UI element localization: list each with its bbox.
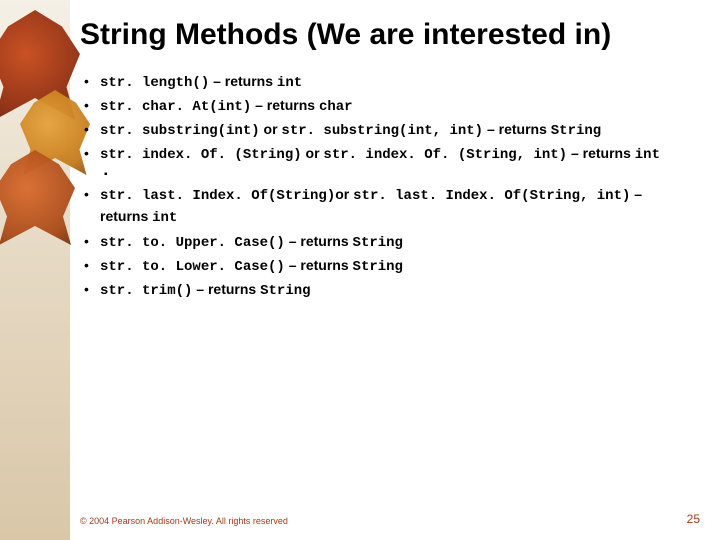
method-code: str. trim() — [100, 283, 192, 299]
return-type: char — [319, 99, 353, 115]
return-type: int — [635, 147, 660, 163]
slide: String Methods (We are interested in) st… — [0, 0, 720, 540]
bullet-item: str. trim() – returns String — [80, 279, 690, 301]
method-code: str. index. Of. (String) — [100, 147, 302, 163]
bullet-item: str. to. Lower. Case() – returns String — [80, 255, 690, 277]
returns-label: – returns — [209, 73, 277, 89]
bullet-item: str. to. Upper. Case() – returns String — [80, 231, 690, 253]
method-code-alt: str. index. Of. (String, int) — [323, 147, 567, 163]
returns-label: – returns — [251, 97, 319, 113]
or-text: or — [302, 145, 324, 161]
copyright-footer: © 2004 Pearson Addison-Wesley. All right… — [80, 516, 288, 526]
method-code: str. last. Index. Of(String) — [100, 188, 335, 204]
returns-label: – returns — [285, 257, 353, 273]
method-code: str. to. Lower. Case() — [100, 259, 285, 275]
return-type: String — [260, 283, 310, 299]
bullet-item: str. last. Index. Of(String)or str. last… — [80, 184, 690, 229]
returns-label: – returns — [285, 233, 353, 249]
returns-label: – returns — [192, 281, 260, 297]
slide-title: String Methods (We are interested in) — [80, 18, 690, 53]
bullet-item: str. length() – returns int — [80, 71, 690, 93]
method-code-alt: str. last. Index. Of(String, int) — [353, 188, 630, 204]
method-code: str. length() — [100, 75, 209, 91]
page-number: 25 — [687, 512, 700, 526]
return-type: int — [152, 210, 177, 226]
return-type: String — [353, 235, 403, 251]
bullet-item: str. index. Of. (String) or str. index. … — [80, 143, 690, 165]
return-type: String — [353, 259, 403, 275]
bullet-list: str. length() – returns intstr. char. At… — [80, 71, 690, 302]
content-area: String Methods (We are interested in) st… — [80, 18, 690, 510]
or-text: or — [260, 121, 282, 137]
method-code: str. substring(int) — [100, 123, 260, 139]
bullet-item: str. substring(int) or str. substring(in… — [80, 119, 690, 141]
return-type: int — [277, 75, 302, 91]
returns-label: – returns — [567, 145, 635, 161]
method-code-alt: str. substring(int, int) — [281, 123, 483, 139]
sub-bullet — [80, 168, 690, 183]
method-code: str. char. At(int) — [100, 99, 251, 115]
bullet-item: str. char. At(int) – returns char — [80, 95, 690, 117]
return-type: String — [551, 123, 601, 139]
method-code: str. to. Upper. Case() — [100, 235, 285, 251]
or-text: or — [335, 186, 353, 202]
returns-label: – returns — [483, 121, 551, 137]
